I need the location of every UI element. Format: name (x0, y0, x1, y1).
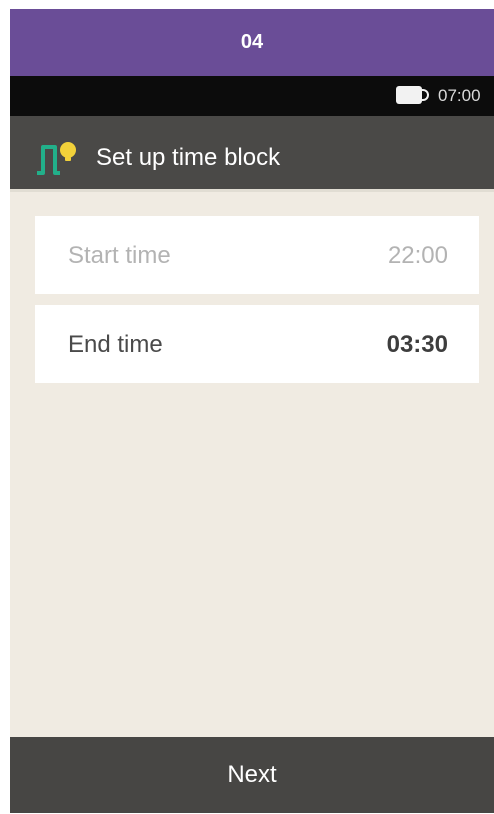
end-time-label: End time (68, 331, 163, 358)
status-time: 07:00 (438, 86, 481, 105)
page-title: Set up time block (96, 144, 281, 171)
device-screen: 04 07:00 Set up time block Start time 22… (10, 9, 494, 813)
battery-tip (422, 89, 429, 101)
step-number-banner: 04 (10, 9, 494, 76)
next-button-label: Next (227, 761, 277, 788)
end-time-value: 03:30 (386, 331, 448, 358)
end-time-row[interactable]: End time 03:30 (35, 305, 479, 383)
next-button[interactable]: Next (10, 737, 494, 813)
start-time-label: Start time (68, 242, 171, 269)
start-time-value: 22:00 (387, 242, 448, 269)
battery-icon (396, 86, 422, 104)
step-number: 04 (240, 31, 264, 53)
title-bar: Set up time block (10, 116, 494, 192)
start-time-row[interactable]: Start time 22:00 (35, 216, 479, 294)
time-block-icon (37, 142, 76, 175)
status-bar: 07:00 (10, 76, 494, 116)
